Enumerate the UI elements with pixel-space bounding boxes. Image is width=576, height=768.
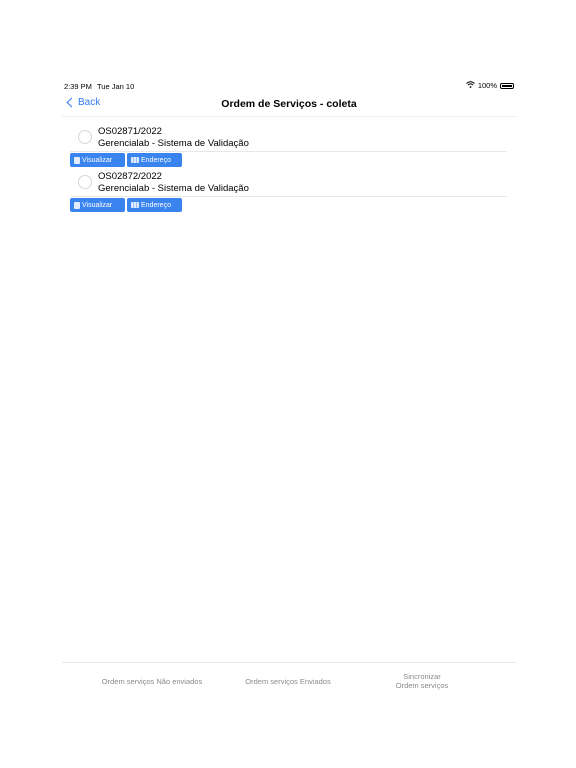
- order-client: Gerencialab - Sistema de Validação: [98, 138, 249, 149]
- tab-sent-label: Ordem serviços Enviados: [245, 676, 331, 686]
- status-bar: 2:39 PM Tue Jan 10 100%: [62, 78, 516, 92]
- order-actions: Visualizar Endereço: [70, 153, 182, 167]
- status-date: Tue Jan 10: [97, 82, 135, 91]
- tab-sync-label-line1: Sincronizar: [403, 672, 441, 681]
- divider: [70, 196, 507, 197]
- navigation-bar: Back Ordem de Serviços - coleta: [62, 92, 516, 117]
- view-button[interactable]: Visualizar: [70, 198, 125, 212]
- select-radio[interactable]: [78, 130, 92, 144]
- status-indicators: 100%: [465, 81, 514, 90]
- tab-bar: Ordem serviços Não enviados Ordem serviç…: [62, 662, 516, 699]
- tab-sent[interactable]: Ordem serviços Enviados: [227, 663, 349, 699]
- battery-percent: 100%: [477, 81, 497, 90]
- address-button-label: Endereço: [141, 156, 171, 164]
- tab-not-sent-label: Ordem serviços Não enviados: [101, 676, 203, 686]
- status-time: 2:39 PM: [64, 82, 92, 91]
- page-title: Ordem de Serviços - coleta: [221, 98, 357, 110]
- order-text: OS02872/2022 Gerencialab - Sistema de Va…: [98, 171, 249, 195]
- map-icon: [131, 202, 139, 208]
- document-icon: [74, 156, 80, 164]
- order-code: OS02872/2022: [98, 171, 162, 182]
- view-button-label: Visualizar: [82, 201, 113, 209]
- tab-not-sent[interactable]: Ordem serviços Não enviados: [82, 663, 222, 699]
- view-button[interactable]: Visualizar: [70, 153, 125, 167]
- order-text: OS02871/2022 Gerencialab - Sistema de Va…: [98, 126, 249, 150]
- wifi-icon: [465, 81, 475, 90]
- address-button[interactable]: Endereço: [127, 153, 182, 167]
- tab-sync[interactable]: Sincronizar Ordem serviços: [372, 663, 472, 699]
- select-radio[interactable]: [78, 175, 92, 189]
- list-item[interactable]: OS02871/2022 Gerencialab - Sistema de Va…: [70, 124, 507, 169]
- order-list: OS02871/2022 Gerencialab - Sistema de Va…: [70, 124, 507, 214]
- tab-sync-label-line2: Ordem serviços: [395, 681, 449, 690]
- order-code: OS02871/2022: [98, 126, 162, 137]
- address-button-label: Endereço: [141, 201, 171, 209]
- map-icon: [131, 157, 139, 163]
- view-button-label: Visualizar: [82, 156, 113, 164]
- order-client: Gerencialab - Sistema de Validação: [98, 183, 249, 194]
- battery-icon: [500, 82, 514, 89]
- address-button[interactable]: Endereço: [127, 198, 182, 212]
- divider: [70, 151, 507, 152]
- order-actions: Visualizar Endereço: [70, 198, 182, 212]
- document-icon: [74, 201, 80, 209]
- list-item[interactable]: OS02872/2022 Gerencialab - Sistema de Va…: [70, 169, 507, 214]
- app-screen: 2:39 PM Tue Jan 10 100% Back Ordem de Se…: [62, 78, 516, 698]
